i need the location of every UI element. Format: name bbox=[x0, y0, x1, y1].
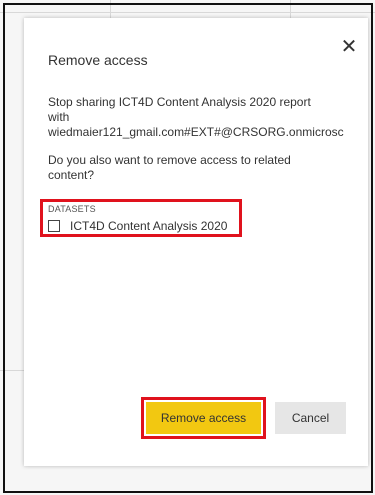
screenshot-frame bbox=[3, 3, 373, 493]
